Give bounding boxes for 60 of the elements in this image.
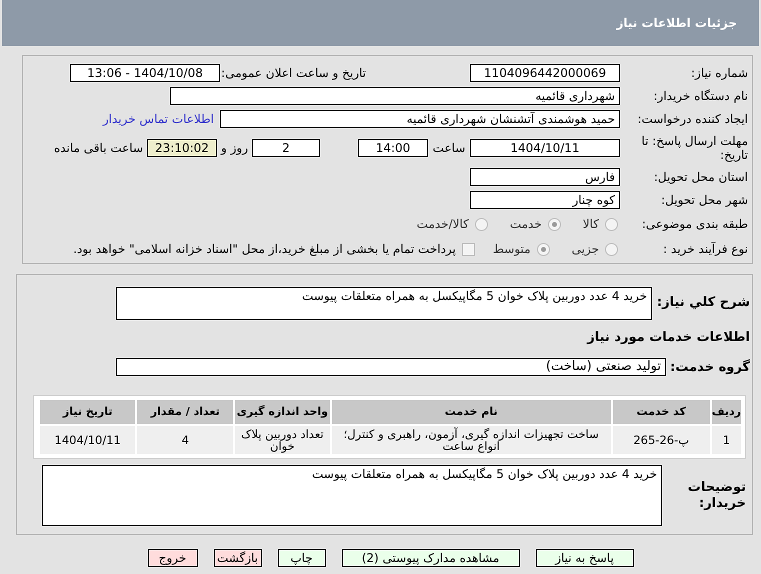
field-label: تاریخ و ساعت اعلان عمومی: — [220, 65, 367, 82]
field-label: شهر محل تحویل: — [660, 192, 749, 209]
action-button[interactable]: بازگشت — [214, 549, 262, 567]
time-label: ساعت — [432, 140, 466, 157]
summary-textarea[interactable]: خرید 4 عدد دوربین پلاک خوان 5 مگاپیکسل به همراه متعلقات پیوست — [116, 287, 652, 320]
table-cell: 4 — [137, 426, 234, 454]
field-label: مهلت ارسال پاسخ: تا تاریخ: — [640, 134, 749, 162]
text-field[interactable]: 14:00 — [358, 139, 428, 157]
field-label: گروه خدمت: — [669, 358, 751, 376]
text-field[interactable]: 2 — [252, 139, 320, 157]
page-title: جزئیات اطلاعات نیاز — [616, 15, 737, 32]
radio-button[interactable] — [536, 242, 550, 256]
column-header: تعداد / مقدار — [137, 400, 234, 424]
text-field[interactable]: 1104096442000069 — [470, 64, 620, 82]
action-button[interactable]: مشاهده مدارک پیوستی (2) — [342, 549, 520, 567]
field-label: شرح کلي نياز: — [656, 294, 751, 312]
table-cell: تعداد دوربین پلاک خوان — [235, 426, 330, 454]
field-label: طبقه بندی موضوعی: — [640, 216, 749, 233]
days-label: روز و — [220, 140, 249, 157]
service-group-field[interactable]: تولید صنعتی (ساخت) — [116, 358, 666, 376]
field-label: توضیحات خریدار: — [686, 480, 747, 512]
option-label: کالا/خدمت — [416, 216, 469, 233]
option-label: جزیی — [572, 241, 599, 258]
field-label: نوع فرآیند خرید : — [662, 241, 749, 258]
radio-button[interactable] — [548, 218, 561, 230]
text-field[interactable]: شهرداری قائمیه — [170, 87, 620, 105]
text-field[interactable]: حمید هوشمندی آتشنشان شهرداری قائمیه — [220, 110, 620, 128]
field-label: نام دستگاه خریدار: — [652, 88, 749, 105]
payment-note: پرداخت تمام یا بخشی از مبلغ خرید،از محل "اسناد خزانه اسلامی" خواهد بود. — [73, 241, 456, 258]
action-button[interactable]: خروج — [148, 549, 198, 567]
table-cell: 1 — [712, 426, 741, 454]
field-label: شماره نیاز: — [690, 65, 749, 82]
action-button[interactable]: چاپ — [278, 549, 326, 567]
option-label: کالا — [582, 216, 599, 233]
text-field[interactable]: 1404/10/08 - 13:06 — [70, 64, 220, 82]
column-header: نام خدمت — [332, 400, 611, 424]
table-cell: 1404/10/11 — [40, 426, 136, 454]
action-button[interactable]: پاسخ به نیاز — [536, 549, 634, 567]
option-label: متوسط — [492, 241, 531, 258]
column-header: ردیف — [712, 400, 741, 424]
column-header: تاریخ نیاز — [40, 400, 136, 424]
radio-button[interactable] — [605, 218, 618, 230]
remaining-time: 23:10:02 — [147, 139, 217, 157]
notes-textarea[interactable]: خرید 4 عدد دوربین پلاک خوان 5 مگاپیکسل به همراه متعلقات پیوست — [42, 465, 662, 526]
buyer-contact-link[interactable]: اطلاعات تماس خریدار — [102, 110, 214, 128]
radio-button[interactable] — [605, 242, 618, 256]
table-cell: ساخت تجهیزات اندازه گیری، آزمون، راهبری و کنترل؛ انواع ساعت — [332, 426, 611, 454]
text-field[interactable]: 1404/10/11 — [470, 139, 620, 157]
text-field[interactable]: فارس — [470, 168, 620, 186]
column-header: واحد اندازه گیری — [235, 400, 330, 424]
radio-button[interactable] — [474, 218, 488, 230]
checkbox[interactable] — [462, 242, 475, 256]
text-field[interactable]: کوه چنار — [470, 191, 620, 209]
remaining-label: ساعت باقی مانده — [52, 140, 144, 157]
field-label: استان محل تحویل: — [652, 169, 749, 186]
section-heading: اطلاعات خدمات مورد نیاز — [587, 329, 751, 347]
column-header: کد خدمت — [612, 400, 710, 424]
field-label: ایجاد کننده درخواست: — [636, 111, 749, 128]
table-cell: پ-26-265 — [612, 426, 710, 454]
option-label: خدمت — [510, 216, 542, 233]
